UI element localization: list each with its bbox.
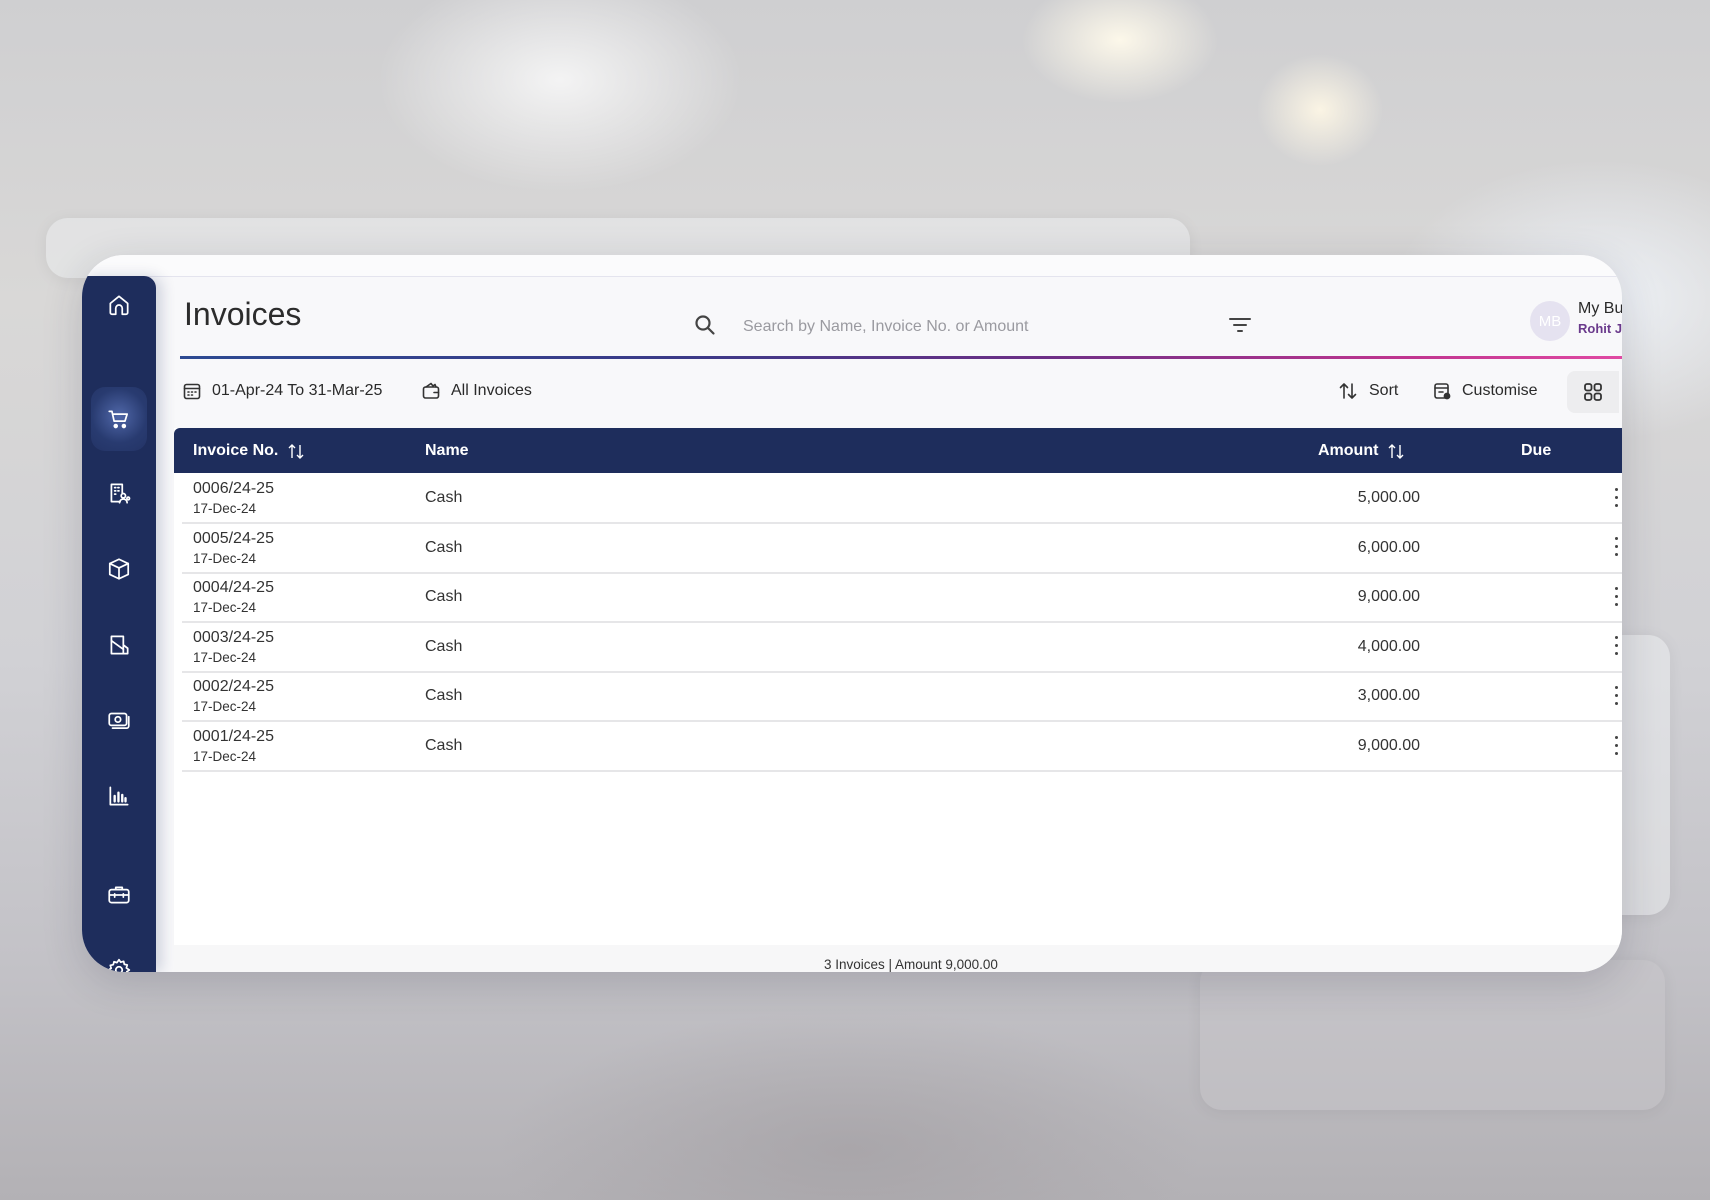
party-name: Cash bbox=[425, 588, 463, 606]
table-row[interactable]: 0004/24-25 17-Dec-24 Cash 9,000.00 bbox=[182, 572, 1622, 624]
customise-icon bbox=[1434, 383, 1451, 400]
party-name: Cash bbox=[425, 489, 463, 506]
search-icon[interactable] bbox=[693, 313, 717, 342]
invoices-table: Invoice No. Name Amount Due 0006/24-25 17… bbox=[174, 428, 1622, 948]
invoice-date: 17-Dec-24 bbox=[193, 649, 257, 665]
document-fold-icon bbox=[110, 635, 129, 655]
box-icon bbox=[108, 558, 130, 580]
summary-text: 3 Invoices | Amount 9,000.00 bbox=[824, 957, 998, 972]
sidebar-item-cash-bank[interactable] bbox=[82, 700, 156, 740]
grid-icon bbox=[1584, 383, 1602, 401]
sidebar bbox=[82, 276, 156, 972]
invoice-number: 0001/24-25 bbox=[193, 728, 274, 745]
calendar-icon bbox=[183, 383, 201, 400]
invoice-type-label: All Invoices bbox=[451, 382, 532, 399]
invoice-number: 0006/24-25 bbox=[193, 480, 274, 497]
invoice-amount: 5,000.00 bbox=[1357, 489, 1420, 506]
cart-icon bbox=[108, 410, 128, 429]
briefcase-icon bbox=[108, 886, 130, 904]
invoice-amount: 4,000.00 bbox=[1357, 637, 1420, 655]
invoice-amount: 9,000.00 bbox=[1357, 737, 1420, 754]
sort-arrows-icon bbox=[1388, 443, 1404, 459]
user-name: Rohit Jha bbox=[1578, 321, 1622, 336]
filter-icon[interactable] bbox=[1227, 314, 1253, 341]
business-name: My Business bbox=[1578, 300, 1622, 317]
more-options-icon[interactable] bbox=[1610, 584, 1622, 608]
invoice-type-filter[interactable]: All Invoices bbox=[421, 381, 532, 401]
sidebar-item-home[interactable] bbox=[82, 285, 156, 325]
money-icon bbox=[108, 712, 130, 729]
table-row[interactable]: 0001/24-25 17-Dec-24 Cash 9,000.00 bbox=[182, 721, 1622, 772]
bar-chart-icon bbox=[109, 786, 129, 806]
sidebar-item-items[interactable] bbox=[82, 549, 156, 589]
invoice-number: 0005/24-25 bbox=[193, 529, 274, 547]
more-options-icon[interactable] bbox=[1610, 535, 1622, 559]
sidebar-item-business[interactable] bbox=[82, 875, 156, 915]
more-options-icon[interactable] bbox=[1610, 485, 1622, 509]
customise-button[interactable]: Customise bbox=[1432, 381, 1538, 401]
table-row[interactable]: 0006/24-25 17-Dec-24 Cash 5,000.00 bbox=[182, 473, 1622, 524]
invoice-amount: 3,000.00 bbox=[1357, 687, 1420, 705]
home-icon bbox=[109, 295, 129, 316]
table-row[interactable]: 0003/24-25 17-Dec-24 Cash 4,000.00 bbox=[182, 622, 1622, 673]
sidebar-item-parties[interactable] bbox=[82, 473, 156, 513]
table-row[interactable]: 0002/24-25 17-Dec-24 Cash 3,000.00 bbox=[182, 671, 1622, 723]
customise-label: Customise bbox=[1462, 382, 1538, 399]
sidebar-item-reports[interactable] bbox=[82, 776, 156, 816]
invoice-amount: 9,000.00 bbox=[1357, 588, 1420, 606]
invoice-date: 17-Dec-24 bbox=[193, 550, 257, 566]
invoice-number: 0004/24-25 bbox=[193, 579, 274, 597]
avatar: MB bbox=[1530, 301, 1570, 341]
invoice-amount: 6,000.00 bbox=[1357, 538, 1420, 556]
invoice-number: 0003/24-25 bbox=[193, 628, 274, 646]
invoice-date: 17-Dec-24 bbox=[193, 501, 257, 516]
grid-view-toggle[interactable] bbox=[1567, 371, 1619, 413]
header-divider bbox=[180, 356, 1622, 359]
column-header-amount[interactable]: Amount bbox=[1318, 428, 1406, 473]
date-range-button[interactable]: 01-Apr-24 To 31-Mar-25 bbox=[182, 381, 382, 401]
party-name: Cash bbox=[425, 687, 463, 705]
search-bar bbox=[693, 310, 1213, 344]
column-header-invoice-no[interactable]: Invoice No. bbox=[193, 428, 306, 473]
building-users-icon bbox=[110, 483, 131, 504]
invoice-date: 17-Dec-24 bbox=[193, 749, 257, 764]
background-panel bbox=[1200, 960, 1665, 1110]
sidebar-item-purchases[interactable] bbox=[82, 625, 156, 665]
sort-arrows-icon bbox=[1339, 383, 1357, 399]
invoice-date: 17-Dec-24 bbox=[193, 600, 257, 616]
more-options-icon[interactable] bbox=[1610, 634, 1622, 658]
search-input[interactable] bbox=[741, 317, 1175, 337]
window-top-bar bbox=[82, 255, 1622, 277]
table-row[interactable]: 0005/24-25 17-Dec-24 Cash 6,000.00 bbox=[182, 523, 1622, 574]
table-header: Invoice No. Name Amount Due bbox=[174, 428, 1622, 473]
sidebar-item-sales[interactable] bbox=[82, 399, 156, 439]
invoice-number: 0002/24-25 bbox=[193, 678, 274, 696]
party-name: Cash bbox=[425, 538, 463, 556]
wallet-icon bbox=[422, 382, 440, 399]
business-switcher[interactable]: MB My Business Rohit Jha bbox=[1530, 298, 1622, 356]
more-options-icon[interactable] bbox=[1610, 733, 1622, 757]
page-title: Invoices bbox=[184, 296, 302, 332]
more-options-icon[interactable] bbox=[1610, 683, 1622, 707]
invoice-date: 17-Dec-24 bbox=[193, 699, 257, 715]
column-header-name: Name bbox=[425, 441, 469, 459]
sort-label: Sort bbox=[1369, 382, 1399, 399]
date-range-label: 01-Apr-24 To 31-Mar-25 bbox=[212, 382, 383, 399]
column-header-due: Due bbox=[1521, 441, 1552, 459]
gear-icon bbox=[107, 958, 131, 972]
sidebar-item-settings[interactable] bbox=[82, 950, 156, 972]
app-window: Invoices MB My Business Rohit Jha 01-Apr… bbox=[82, 255, 1622, 972]
sort-button[interactable]: Sort bbox=[1337, 381, 1398, 401]
sort-arrows-icon bbox=[288, 443, 304, 459]
party-name: Cash bbox=[425, 737, 463, 754]
party-name: Cash bbox=[425, 637, 463, 655]
